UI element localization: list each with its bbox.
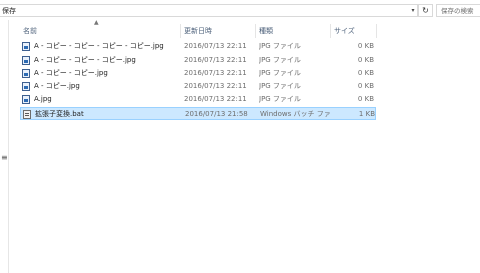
jpg-file-icon [22, 56, 30, 65]
file-size: 0 KB [357, 42, 374, 50]
file-date: 2016/07/13 22:11 [184, 82, 247, 90]
file-type: JPG ファイル [259, 56, 301, 64]
refresh-button[interactable]: ↻ [418, 4, 433, 17]
file-size: 0 KB [357, 95, 374, 103]
file-type: JPG ファイル [259, 42, 301, 50]
file-type: JPG ファイル [259, 82, 301, 90]
file-date: 2016/07/13 22:11 [184, 95, 247, 103]
file-size: 0 KB [357, 56, 374, 64]
file-row-selected[interactable]: 拡張子変換.bat 2016/07/13 21:58 Windows バッチ フ… [20, 107, 376, 120]
file-size: 0 KB [357, 69, 374, 77]
batch-file-icon [23, 110, 31, 119]
column-header-type[interactable]: 種類 [259, 24, 273, 38]
address-path[interactable]: 保存 [2, 6, 16, 17]
file-type: Windows バッチ ファ... [260, 110, 330, 118]
file-type: JPG ファイル [259, 69, 301, 77]
file-size: 0 KB [357, 82, 374, 90]
file-row[interactable]: A - コピー - コピー - コピー - コピー.jpg 2016/07/13… [20, 40, 376, 53]
file-date: 2016/07/13 22:11 [184, 42, 247, 50]
file-row[interactable]: A - コピー.jpg 2016/07/13 22:11 JPG ファイル 0 … [20, 80, 376, 93]
column-header-size[interactable]: サイズ [334, 24, 355, 38]
pane-resize-grip-icon[interactable]: ≡ [1, 154, 8, 162]
column-divider[interactable] [255, 24, 256, 38]
refresh-icon: ↻ [422, 6, 429, 15]
column-header-date[interactable]: 更新日時 [184, 24, 212, 38]
jpg-file-icon [22, 42, 30, 51]
file-name: A - コピー - コピー.jpg [34, 69, 108, 77]
file-name: 拡張子変換.bat [35, 110, 84, 118]
file-row[interactable]: A.jpg 2016/07/13 22:11 JPG ファイル 0 KB [20, 93, 376, 106]
jpg-file-icon [22, 69, 30, 78]
search-input[interactable]: 保存の検索 [436, 4, 480, 17]
file-name: A - コピー - コピー - コピー - コピー.jpg [34, 42, 164, 50]
file-name: A - コピー - コピー - コピー.jpg [34, 56, 136, 64]
sort-ascending-icon: ▲ [94, 19, 99, 26]
jpg-file-icon [22, 95, 30, 104]
chevron-down-icon[interactable]: ▾ [408, 4, 418, 17]
file-size: 1 KB [358, 110, 375, 118]
column-divider[interactable] [180, 24, 181, 38]
jpg-file-icon [22, 82, 30, 91]
file-date: 2016/07/13 22:11 [184, 69, 247, 77]
search-placeholder: 保存の検索 [441, 7, 474, 15]
file-row[interactable]: A - コピー - コピー - コピー.jpg 2016/07/13 22:11… [20, 54, 376, 67]
navigation-pane[interactable]: ≡ [0, 20, 9, 273]
file-name: A - コピー.jpg [34, 82, 80, 90]
column-divider[interactable] [376, 24, 377, 38]
column-header-name[interactable]: 名前 [23, 24, 37, 38]
column-divider[interactable] [330, 24, 331, 38]
address-bar[interactable]: 保存 [0, 4, 418, 17]
file-row[interactable]: A - コピー - コピー.jpg 2016/07/13 22:11 JPG フ… [20, 67, 376, 80]
file-type: JPG ファイル [259, 95, 301, 103]
file-name: A.jpg [34, 95, 52, 103]
file-date: 2016/07/13 22:11 [184, 56, 247, 64]
file-date: 2016/07/13 21:58 [185, 110, 248, 118]
